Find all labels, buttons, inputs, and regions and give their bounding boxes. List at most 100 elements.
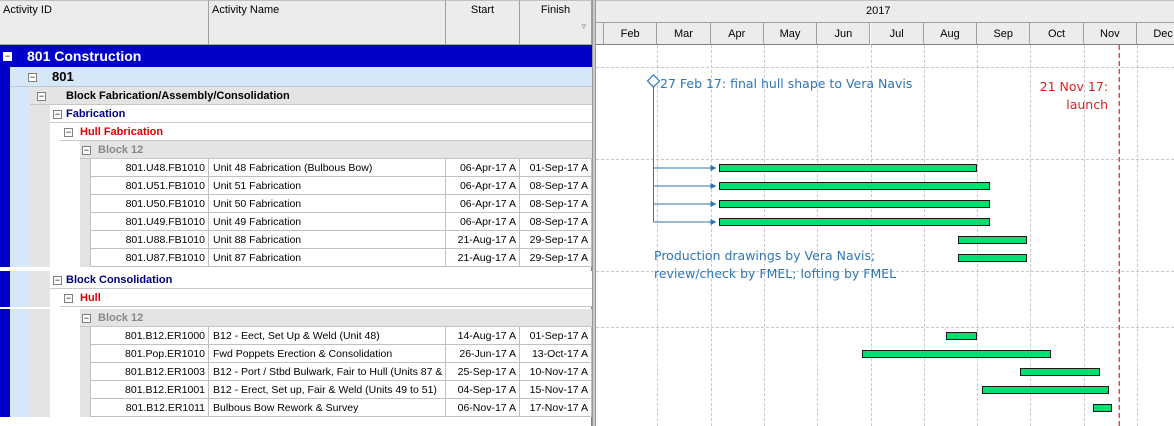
activity-bar[interactable] [1019, 368, 1100, 376]
gantt-overlay [646, 45, 1120, 426]
column-header-activity-id-label: Activity ID [3, 4, 52, 16]
start-cell: 06-Apr-17 A [446, 213, 520, 231]
collapse-icon[interactable]: − [82, 314, 91, 323]
group-row-project[interactable]: − 801 Construction [0, 45, 592, 67]
activity-name-cell: Unit 87 Fabrication [209, 249, 446, 267]
activity-id-cell: 801.U88.FB1010 [90, 231, 209, 249]
group-row-wbs[interactable]: − 801 [0, 67, 592, 87]
activity-id-cell: 801.B12.ER1011 [90, 399, 209, 417]
group-label-block12: Block 12 [98, 144, 144, 156]
finish-cell: 08-Sep-17 A [520, 213, 592, 231]
activity-bar[interactable] [719, 182, 990, 190]
activity-bar[interactable] [861, 350, 1052, 358]
drawings-annotation-line1: Production drawings by Vera Navis; [654, 248, 876, 263]
collapse-icon[interactable]: − [3, 52, 12, 61]
group-row-fabrication[interactable]: − Fabrication [0, 105, 592, 123]
start-cell: 06-Apr-17 A [446, 195, 520, 213]
activity-row[interactable]: 801.U49.FB1010 Unit 49 Fabrication 06-Ap… [0, 213, 592, 231]
activity-row[interactable]: 801.U88.FB1010 Unit 88 Fabrication 21-Au… [0, 231, 592, 249]
collapse-icon[interactable]: − [64, 128, 73, 137]
finish-cell: 10-Nov-17 A [520, 363, 592, 381]
activity-row[interactable]: 801.B12.ER1001 B12 - Erect, Set up, Fair… [0, 381, 592, 399]
group-label-block12: Block 12 [98, 312, 144, 324]
start-cell: 04-Sep-17 A [446, 381, 520, 399]
activity-row[interactable]: 801.B12.ER1003 B12 - Port / Stbd Bulwark… [0, 363, 592, 381]
group-row-block12[interactable]: − Block 12 [0, 309, 592, 327]
milestone-diamond[interactable] [646, 74, 661, 88]
group-row-block-fab[interactable]: − Block Fabrication/Assembly/Consolidati… [0, 87, 592, 105]
activity-row[interactable]: 801.U87.FB1010 Unit 87 Fabrication 21-Au… [0, 249, 592, 267]
start-cell: 06-Nov-17 A [446, 399, 520, 417]
finish-cell: 08-Sep-17 A [520, 195, 592, 213]
filter-icon[interactable]: ▿ [581, 21, 586, 32]
activity-name-cell: Unit 51 Fabrication [209, 177, 446, 195]
activity-name-cell: Bulbous Bow Rework & Survey [209, 399, 446, 417]
finish-cell: 08-Sep-17 A [520, 177, 592, 195]
group-label-hull-fabrication: Hull Fabrication [80, 126, 164, 138]
arrowhead-icon [710, 219, 717, 225]
arrowhead-icon [710, 165, 717, 171]
start-cell: 21-Aug-17 A [446, 231, 520, 249]
group-label-project: 801 Construction [27, 48, 142, 64]
activity-name-cell: Unit 50 Fabrication [209, 195, 446, 213]
activity-id-cell: 801.B12.ER1000 [90, 327, 209, 345]
activity-id-cell: 801.U51.FB1010 [90, 177, 209, 195]
collapse-icon[interactable]: − [28, 73, 37, 82]
launch-annotation-line1: 21 Nov 17: [1039, 79, 1108, 94]
column-header-finish[interactable]: Finish ▿ [520, 0, 592, 45]
activity-bar[interactable] [958, 254, 1027, 262]
activity-row[interactable]: 801.B12.ER1000 B12 - Eect, Set Up & Weld… [0, 327, 592, 345]
activity-id-cell: 801.U87.FB1010 [90, 249, 209, 267]
activity-id-cell: 801.U50.FB1010 [90, 195, 209, 213]
column-header-activity-id[interactable]: Activity ID [0, 0, 209, 45]
start-cell: 06-Apr-17 A [446, 159, 520, 177]
milestone-annotation: 27 Feb 17: final hull shape to Vera Navi… [660, 76, 913, 91]
collapse-icon[interactable]: − [53, 276, 62, 285]
activity-id-cell: 801.U48.FB1010 [90, 159, 209, 177]
activity-bar[interactable] [958, 236, 1027, 244]
collapse-icon[interactable]: − [82, 146, 91, 155]
activity-bar[interactable] [719, 200, 990, 208]
group-row-hull-fabrication[interactable]: − Hull Fabrication [0, 123, 592, 141]
activity-bar[interactable] [719, 164, 978, 172]
activity-row[interactable]: 801.U50.FB1010 Unit 50 Fabrication 06-Ap… [0, 195, 592, 213]
collapse-icon[interactable]: − [37, 92, 46, 101]
start-cell: 21-Aug-17 A [446, 249, 520, 267]
activity-id-cell: 801.U49.FB1010 [90, 213, 209, 231]
collapse-icon[interactable]: − [64, 294, 73, 303]
column-header-start-label: Start [470, 4, 495, 16]
activity-bar[interactable] [982, 386, 1109, 394]
group-row-block-consolidation[interactable]: − Block Consolidation [0, 271, 592, 289]
activity-bar[interactable] [946, 332, 978, 340]
activity-row[interactable]: 801.B12.ER1011 Bulbous Bow Rework & Surv… [0, 399, 592, 417]
column-header-activity-name-label: Activity Name [212, 4, 280, 16]
activity-row[interactable]: 801.U51.FB1010 Unit 51 Fabrication 06-Ap… [0, 177, 592, 195]
finish-cell: 13-Oct-17 A [520, 345, 592, 363]
activity-id-cell: 801.B12.ER1003 [90, 363, 209, 381]
group-label-block-fab: Block Fabrication/Assembly/Consolidation [66, 90, 290, 102]
activity-bar[interactable] [1092, 404, 1113, 412]
finish-cell: 01-Sep-17 A [520, 327, 592, 345]
column-header-activity-name[interactable]: Activity Name [209, 0, 446, 45]
activity-row[interactable]: 801.Pop.ER1010 Fwd Poppets Erection & Co… [0, 345, 592, 363]
group-row-hull[interactable]: − Hull [0, 289, 592, 307]
activity-name-cell: B12 - Eect, Set Up & Weld (Unit 48) [209, 327, 446, 345]
gantt-chart: 2017 Feb Mar Apr May Jun Jul Aug Sep Oct Nov Dec 2… [596, 0, 1174, 426]
group-row-block12[interactable]: − Block 12 [0, 141, 592, 159]
finish-cell: 29-Sep-17 A [520, 249, 592, 267]
schedule-window: Activity ID Activity Name Start Finish ▿ … [0, 0, 1174, 426]
activity-name-cell: B12 - Erect, Set up, Fair & Weld (Units … [209, 381, 446, 399]
collapse-icon[interactable]: − [53, 110, 62, 119]
group-label-block-consolidation: Block Consolidation [66, 274, 173, 286]
drawings-annotation-line2: review/check by FMEL; lofting by FMEL [654, 266, 897, 281]
activity-name-cell: Unit 48 Fabrication (Bulbous Bow) [209, 159, 446, 177]
activity-name-cell: Unit 49 Fabrication [209, 213, 446, 231]
activity-bar[interactable] [719, 218, 990, 226]
group-label-fabrication: Fabrication [66, 108, 126, 120]
activity-table: Activity ID Activity Name Start Finish ▿ … [0, 0, 592, 426]
group-label-wbs: 801 [52, 69, 74, 84]
finish-cell: 29-Sep-17 A [520, 231, 592, 249]
column-header-start[interactable]: Start [446, 0, 520, 45]
activity-row[interactable]: 801.U48.FB1010 Unit 48 Fabrication (Bulb… [0, 159, 592, 177]
finish-cell: 17-Nov-17 A [520, 399, 592, 417]
